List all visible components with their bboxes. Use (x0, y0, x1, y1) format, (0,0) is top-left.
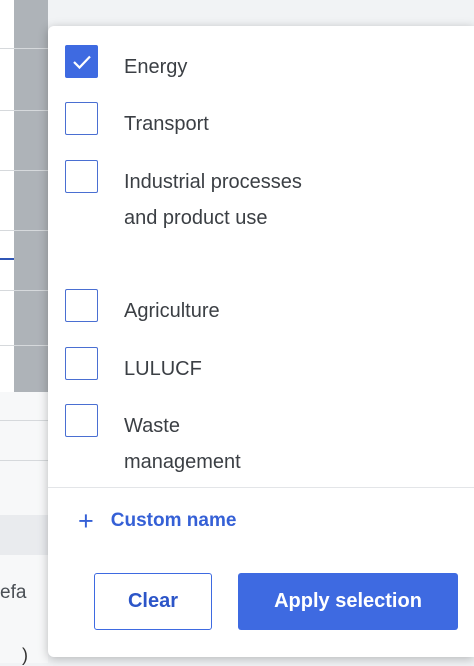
checkbox-icon[interactable] (65, 102, 98, 135)
background-row-divider (0, 48, 48, 49)
option-agriculture[interactable]: Agriculture (65, 289, 324, 329)
plus-icon: + (78, 506, 94, 536)
background-row-divider (0, 170, 48, 171)
custom-name-label: Custom name (110, 510, 237, 531)
clear-button[interactable]: Clear (94, 573, 212, 630)
option-waste-management[interactable]: Waste management (65, 404, 294, 480)
background-band (0, 515, 48, 555)
checkbox-checked-icon[interactable] (65, 45, 98, 78)
apply-selection-button[interactable]: Apply selection (238, 573, 458, 630)
option-energy[interactable]: Energy (65, 45, 324, 85)
checkbox-icon[interactable] (65, 160, 98, 193)
option-transport[interactable]: Transport (65, 102, 324, 142)
divider (48, 487, 474, 488)
option-industrial-processes[interactable]: Industrial processes and product use (65, 160, 304, 236)
background-row-divider (0, 345, 48, 346)
option-label: Energy (124, 56, 188, 78)
checkbox-icon[interactable] (65, 347, 98, 380)
option-label: Waste management (124, 415, 241, 473)
option-label: Industrial processes and product use (124, 171, 302, 229)
custom-name-button[interactable]: + Custom name (78, 506, 236, 536)
option-label: Agriculture (124, 300, 220, 322)
option-label: LULUCF (124, 358, 202, 380)
checkbox-icon[interactable] (65, 404, 98, 437)
background-fragment-text: efa (0, 582, 27, 603)
background-row-divider (0, 290, 48, 291)
option-label: Transport (124, 113, 209, 135)
background-row-divider (0, 110, 48, 111)
background-accent-line (0, 258, 14, 260)
sector-selection-popup: Energy Transport Industrial processes an… (48, 26, 474, 657)
background-row-divider (0, 420, 48, 421)
option-lulucf[interactable]: LULUCF (65, 347, 324, 387)
background-row-divider (0, 230, 48, 231)
checkbox-icon[interactable] (65, 289, 98, 322)
background-grey-column (14, 0, 48, 392)
background-row-divider (0, 460, 48, 461)
